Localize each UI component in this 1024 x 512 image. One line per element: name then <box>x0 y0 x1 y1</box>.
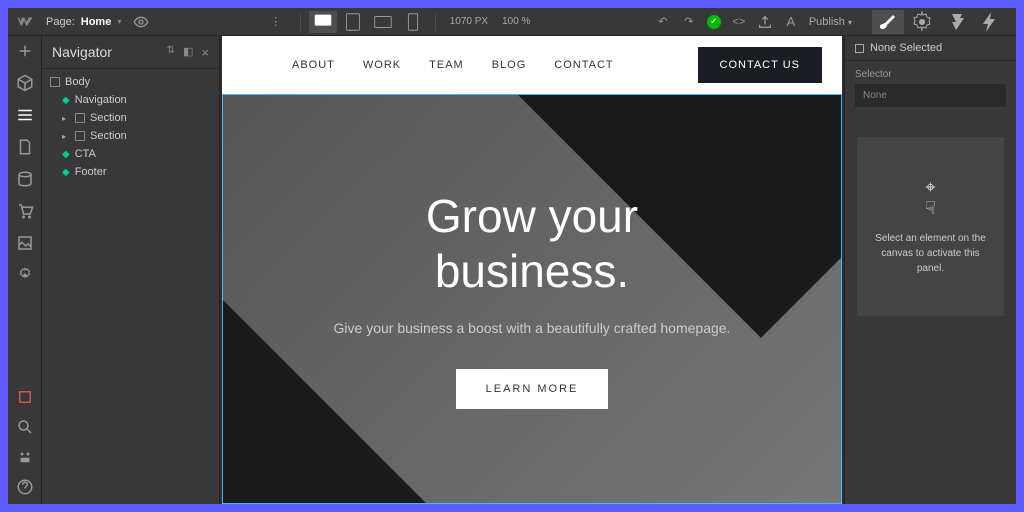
menu-dots-icon[interactable]: ⋮ <box>268 14 284 30</box>
style-tab-brush[interactable] <box>872 10 904 34</box>
a-icon[interactable]: A <box>783 14 799 30</box>
style-panel: None Selected Selector None ⌖☟ Select an… <box>844 36 1016 504</box>
tablet-device-button[interactable] <box>339 11 367 33</box>
tree-item-cta[interactable]: ◆CTA <box>42 145 219 163</box>
desktop-device-button[interactable] <box>309 11 337 33</box>
redo-icon[interactable]: ↷ <box>681 14 697 30</box>
navigator-icon[interactable] <box>16 106 34 124</box>
nav-link-contact[interactable]: CONTACT <box>554 59 613 71</box>
selector-field[interactable]: None <box>855 84 1006 107</box>
page-prefix: Page: <box>46 16 75 28</box>
video-icon[interactable] <box>16 448 34 466</box>
tree-item-section-2[interactable]: ▸Section <box>42 127 219 145</box>
site-navigation: ABOUT WORK TEAM BLOG CONTACT CONTACT US <box>222 36 842 94</box>
navigator-tree: Body ◆Navigation ▸Section ▸Section ◆CTA … <box>42 69 219 185</box>
empty-state: ⌖☟ Select an element on the canvas to ac… <box>857 137 1004 316</box>
hero-subtitle[interactable]: Give your business a boost with a beauti… <box>334 317 731 339</box>
navigator-title: Navigator <box>52 44 112 60</box>
left-rail <box>8 36 42 504</box>
page-selector[interactable]: Page: Home ▾ <box>46 16 121 28</box>
tree-item-footer[interactable]: ◆Footer <box>42 163 219 181</box>
style-tab-bolt[interactable] <box>974 10 1006 34</box>
publish-button[interactable]: Publish ▾ <box>809 16 852 28</box>
preview-icon[interactable] <box>133 14 149 30</box>
navigator-panel: Navigator ⇅ ◧ × Body ◆Navigation ▸Sectio… <box>42 36 220 504</box>
expand-icon[interactable]: ⇅ <box>167 45 175 60</box>
nav-link-blog[interactable]: BLOG <box>492 59 527 71</box>
nav-link-work[interactable]: WORK <box>363 59 401 71</box>
help-icon[interactable] <box>16 478 34 496</box>
tree-item-section-1[interactable]: ▸Section <box>42 109 219 127</box>
hero-section[interactable]: Grow yourbusiness. Give your business a … <box>222 94 842 504</box>
selector-label: Selector <box>845 61 1016 84</box>
pages-icon[interactable] <box>16 138 34 156</box>
assets-icon[interactable] <box>16 234 34 252</box>
learn-more-button[interactable]: LEARN MORE <box>456 369 609 409</box>
pin-icon[interactable]: ◧ <box>183 45 193 60</box>
settings-icon[interactable] <box>16 266 34 284</box>
ecommerce-icon[interactable] <box>16 202 34 220</box>
breakpoint-width[interactable]: 1070 PX <box>444 16 494 27</box>
undo-icon[interactable]: ↶ <box>655 14 671 30</box>
tablet-landscape-button[interactable] <box>369 11 397 33</box>
export-icon[interactable] <box>757 14 773 30</box>
pointer-icon: ⌖☟ <box>869 177 992 219</box>
top-bar: Page: Home ▾ ⋮ 1070 PX 100 % ↶ ↷ ✓ <> A … <box>8 8 1016 36</box>
style-tab-interactions[interactable] <box>940 10 972 34</box>
contact-us-button[interactable]: CONTACT US <box>698 47 823 83</box>
add-icon[interactable] <box>16 42 34 60</box>
box-icon[interactable] <box>16 74 34 92</box>
webflow-logo-icon[interactable] <box>16 13 34 31</box>
nav-link-team[interactable]: TEAM <box>429 59 464 71</box>
hero-title[interactable]: Grow yourbusiness. <box>334 189 731 299</box>
page-name: Home <box>81 16 112 28</box>
zoom-level[interactable]: 100 % <box>496 16 536 27</box>
status-check-icon[interactable]: ✓ <box>707 15 721 29</box>
cms-icon[interactable] <box>16 170 34 188</box>
code-icon[interactable]: <> <box>731 14 747 30</box>
design-canvas[interactable]: ABOUT WORK TEAM BLOG CONTACT CONTACT US … <box>222 36 842 504</box>
close-icon[interactable]: × <box>201 45 209 60</box>
nav-link-about[interactable]: ABOUT <box>292 59 335 71</box>
selection-indicator: None Selected <box>845 36 1016 61</box>
search-icon[interactable] <box>16 418 34 436</box>
tree-item-navigation[interactable]: ◆Navigation <box>42 91 219 109</box>
mobile-device-button[interactable] <box>399 11 427 33</box>
audit-icon[interactable] <box>16 388 34 406</box>
style-tab-settings[interactable] <box>906 10 938 34</box>
tree-item-body[interactable]: Body <box>42 73 219 91</box>
